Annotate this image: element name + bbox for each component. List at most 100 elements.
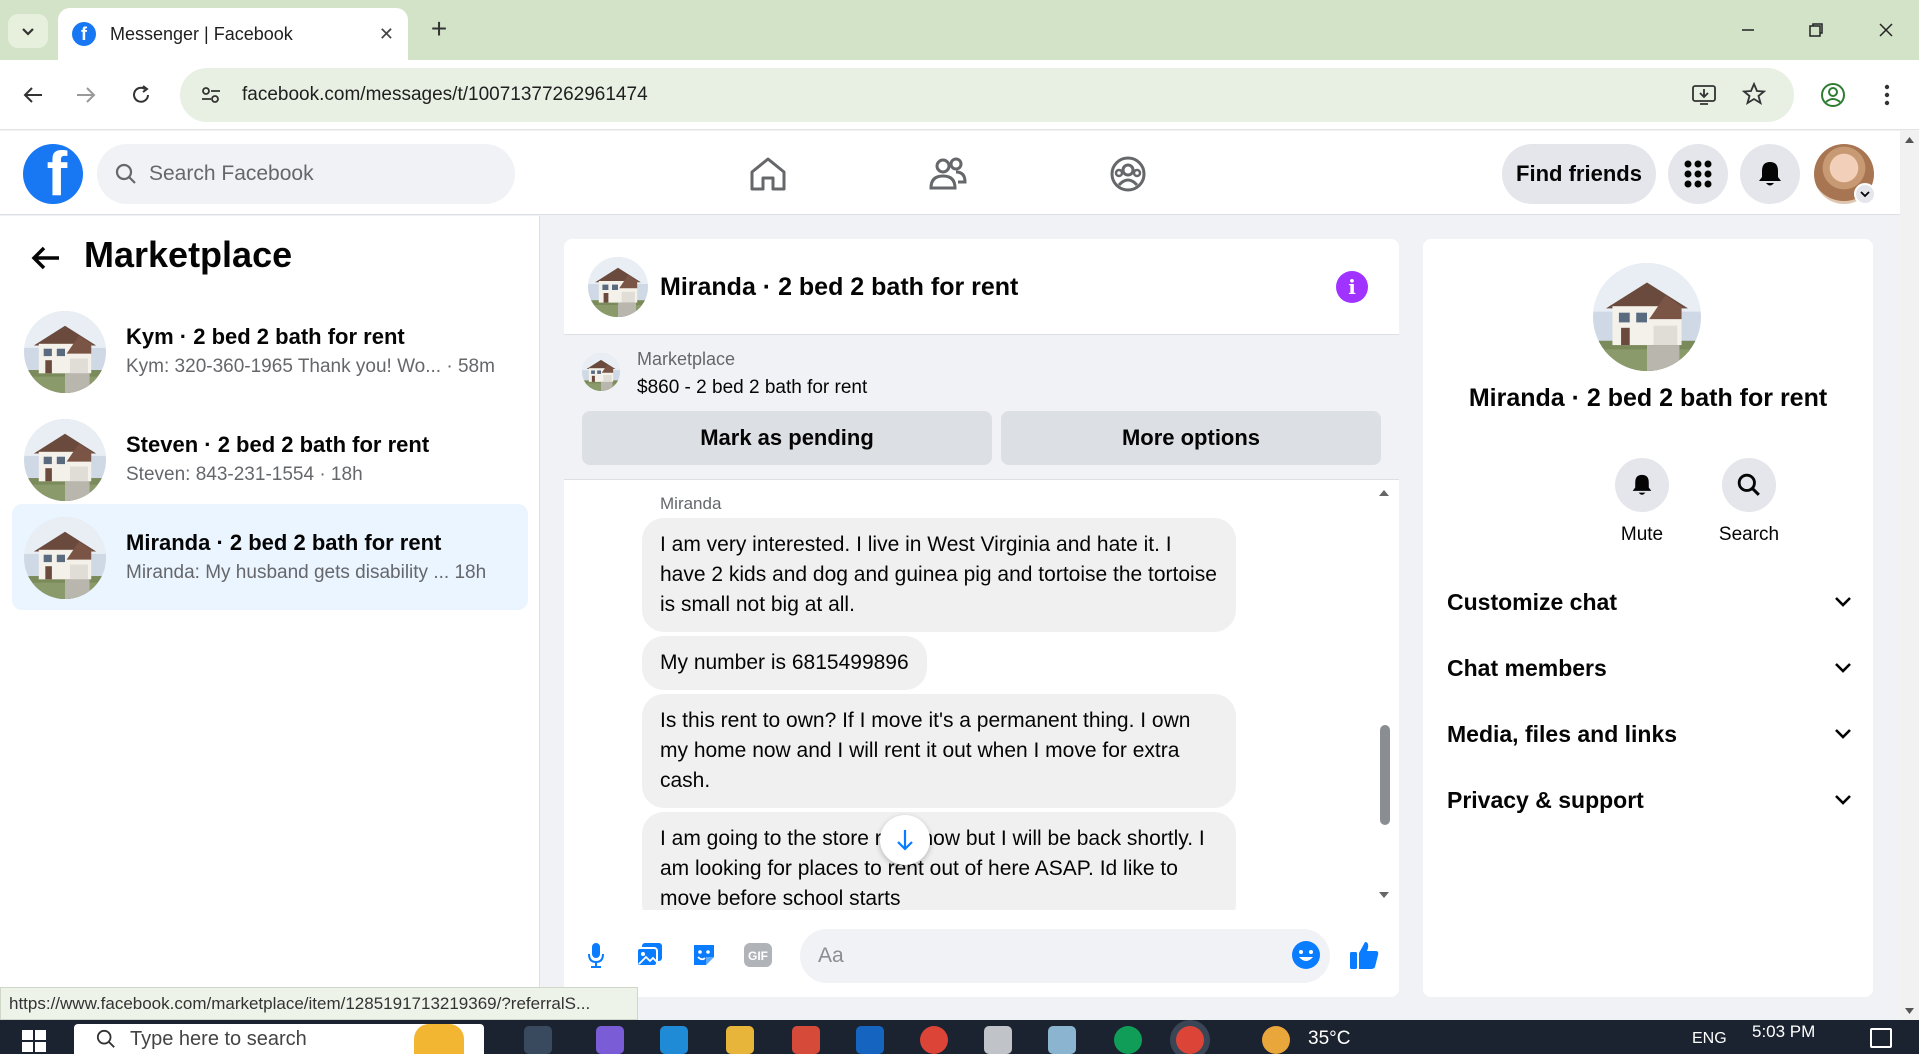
address-bar[interactable]: facebook.com/messages/t/1007137726296147… [180, 68, 1794, 122]
taskbar-search[interactable]: Type here to search [74, 1024, 484, 1054]
panel-title: Marketplace [84, 234, 293, 275]
attach-photo-button[interactable] [630, 935, 670, 975]
search-icon [96, 1029, 115, 1048]
sticker-button[interactable] [684, 935, 724, 975]
mark-as-pending-button[interactable]: Mark as pending [582, 411, 992, 465]
listing-thumbnail[interactable] [582, 353, 620, 391]
listing-thumbnail [24, 311, 106, 393]
groups-icon [1110, 156, 1146, 192]
image-icon [636, 943, 662, 967]
browser-tab-messenger[interactable]: f Messenger | Facebook ✕ [58, 8, 408, 60]
install-app-icon[interactable] [1692, 84, 1716, 106]
file-explorer-icon[interactable] [726, 1026, 754, 1054]
sender-name: Miranda [660, 494, 722, 513]
conversation-item-steven[interactable]: Steven · 2 bed 2 bath for rent Steven: 8… [12, 406, 528, 512]
back-button[interactable] [12, 74, 54, 116]
conversation-item-kym[interactable]: Kym · 2 bed 2 bath for rent Kym: 320-360… [12, 298, 528, 404]
nav-friends[interactable] [918, 149, 978, 199]
browser-toolbar: facebook.com/messages/t/1007137726296147… [0, 60, 1919, 130]
facebook-logo-icon[interactable]: f [23, 144, 83, 204]
search-in-chat-button[interactable]: Search [1699, 458, 1799, 546]
chrome-profile-icon[interactable] [1114, 1026, 1142, 1054]
menu-button[interactable] [1668, 144, 1728, 204]
tab-close-icon[interactable]: ✕ [379, 24, 394, 45]
section-chat-members[interactable]: Chat members [1447, 643, 1852, 693]
outlook-icon[interactable] [856, 1026, 884, 1054]
app-icon-8[interactable] [1048, 1026, 1076, 1054]
message-bubble[interactable]: I am very interested. I live in West Vir… [642, 518, 1236, 632]
bookmark-star-icon[interactable] [1742, 82, 1766, 106]
section-customize-chat[interactable]: Customize chat [1447, 577, 1852, 627]
message-bubble[interactable]: I am going to the store right now but I … [642, 812, 1236, 910]
voice-clip-button[interactable] [576, 935, 616, 975]
nav-home[interactable] [738, 149, 798, 199]
microsoft-store-icon[interactable] [792, 1026, 820, 1054]
section-media-files-links[interactable]: Media, files and links [1447, 709, 1852, 759]
search-circle[interactable] [1722, 458, 1776, 512]
chevron-down-icon [1835, 663, 1851, 673]
nav-groups[interactable] [1098, 149, 1158, 199]
weather-icon[interactable] [1262, 1026, 1290, 1054]
notification-center-icon[interactable] [1870, 1028, 1892, 1048]
profile-button[interactable] [1812, 74, 1854, 116]
section-privacy-support[interactable]: Privacy & support [1447, 775, 1852, 825]
listing-price[interactable]: $860 - 2 bed 2 bath for rent [637, 377, 867, 399]
start-button[interactable] [20, 1026, 48, 1054]
message-bubble[interactable]: My number is 6815499896 [642, 636, 927, 690]
chevron-down-icon [1835, 729, 1851, 739]
chat-title[interactable]: Miranda · 2 bed 2 bath for rent [660, 273, 1018, 302]
message-scrollbar[interactable] [1376, 486, 1392, 906]
temperature-text[interactable]: 35°C [1308, 1028, 1350, 1050]
chat-avatar[interactable] [588, 257, 648, 317]
close-window-button[interactable] [1858, 10, 1914, 50]
clock-text[interactable]: 5:03 PM [1752, 1022, 1815, 1042]
section-label: Chat members [1447, 654, 1607, 681]
copilot-icon[interactable] [596, 1026, 624, 1054]
reload-button[interactable] [120, 74, 162, 116]
site-info-icon[interactable] [200, 84, 222, 106]
arrow-left-icon [23, 87, 42, 103]
info-icon[interactable]: i [1336, 271, 1368, 303]
account-chevron-icon[interactable] [1854, 183, 1876, 205]
restore-button[interactable] [1788, 10, 1844, 50]
more-options-button[interactable]: More options [1001, 411, 1381, 465]
minimize-button[interactable] [1720, 10, 1776, 50]
gif-button[interactable]: GIF [738, 935, 778, 975]
task-view-icon[interactable] [524, 1026, 552, 1054]
chat-header: Miranda · 2 bed 2 bath for rent i [564, 239, 1399, 335]
tab-search-button[interactable] [8, 14, 48, 48]
language-indicator[interactable]: ENG [1692, 1030, 1727, 1048]
edge-icon[interactable] [660, 1026, 688, 1054]
restore-icon [1809, 23, 1823, 37]
message-input[interactable] [800, 929, 1330, 983]
back-arrow-button[interactable] [28, 240, 64, 276]
notifications-button[interactable] [1740, 144, 1800, 204]
listing-thumbnail [24, 419, 106, 501]
chrome-active-icon[interactable] [1176, 1026, 1204, 1054]
scroll-to-bottom-button[interactable] [880, 815, 930, 865]
forward-button[interactable] [65, 74, 107, 116]
conversation-item-miranda[interactable]: Miranda · 2 bed 2 bath for rent Miranda:… [12, 504, 528, 610]
chrome-icon[interactable] [920, 1026, 948, 1054]
windows-logo-icon [22, 1030, 46, 1052]
mute-button[interactable]: Mute [1592, 458, 1692, 546]
like-button[interactable] [1344, 935, 1384, 975]
app-icon-7[interactable] [984, 1026, 1012, 1054]
message-list[interactable]: Miranda I am very interested. I live in … [564, 480, 1399, 910]
section-label: Media, files and links [1447, 720, 1678, 747]
arrow-left-icon [31, 246, 59, 270]
new-tab-button[interactable]: + [422, 12, 456, 46]
page-scrollbar[interactable] [1900, 131, 1919, 1020]
mute-circle[interactable] [1615, 458, 1669, 512]
emoji-button[interactable] [1286, 935, 1326, 975]
conversation-name: Steven · 2 bed 2 bath for rent [126, 432, 430, 457]
message-bubble[interactable]: Is this rent to own? If I move it's a pe… [642, 694, 1236, 808]
find-friends-button[interactable]: Find friends [1502, 144, 1656, 204]
message-scrollbar-thumb[interactable] [1380, 725, 1390, 825]
browser-menu-button[interactable] [1866, 74, 1908, 116]
conversation-snippet: Kym: 320-360-1965 Thank you! Wo... · 58m [126, 356, 495, 377]
facebook-search-box[interactable]: Search Facebook [97, 144, 515, 204]
reload-icon [133, 85, 149, 103]
microphone-icon [588, 943, 604, 968]
listing-banner: Marketplace $860 - 2 bed 2 bath for rent… [564, 335, 1399, 480]
